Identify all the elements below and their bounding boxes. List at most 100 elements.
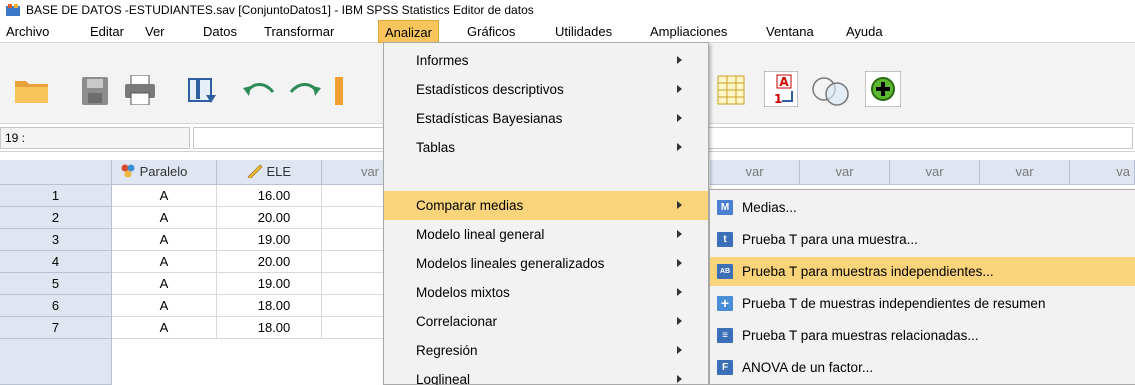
redo-icon[interactable]: [289, 80, 321, 103]
t-test-icon: t: [717, 232, 733, 247]
column-header-var[interactable]: var: [800, 160, 890, 185]
column-header-var[interactable]: var: [710, 160, 800, 185]
cell-paralelo[interactable]: A: [112, 317, 217, 339]
menu-analizar[interactable]: Analizar: [378, 20, 439, 43]
row-header[interactable]: [0, 339, 112, 385]
anova-icon: F: [717, 360, 733, 375]
cell-paralelo[interactable]: A: [112, 251, 217, 273]
menu-item-estadisticos-descriptivos[interactable]: Estadísticos descriptivos: [384, 75, 708, 104]
cell-paralelo[interactable]: A: [112, 207, 217, 229]
open-folder-icon[interactable]: [14, 75, 50, 108]
menu-ayuda[interactable]: Ayuda: [840, 20, 889, 43]
cell-ele[interactable]: 18.00: [217, 317, 322, 339]
column-header-var[interactable]: var: [890, 160, 980, 185]
cell-ele[interactable]: 18.00: [217, 295, 322, 317]
menu-ventana[interactable]: Ventana: [760, 20, 820, 43]
row-header[interactable]: 7: [0, 317, 112, 339]
menu-item-label: Estadísticos descriptivos: [416, 82, 564, 97]
submenu-arrow-icon: [677, 114, 682, 122]
analizar-menu: Informes Estadísticos descriptivos Estad…: [383, 42, 709, 385]
menu-item-label: Prueba T para muestras relacionadas...: [742, 328, 979, 343]
menu-item-label: Tablas: [416, 140, 456, 155]
submenu-arrow-icon: [677, 259, 682, 267]
column-header-paralelo[interactable]: Paralelo: [112, 160, 217, 185]
menu-item-prueba-t-relacionadas[interactable]: ≡ Prueba T para muestras relacionadas...: [710, 321, 1135, 350]
cell-empty[interactable]: [322, 229, 384, 251]
menu-item-tablas[interactable]: Tablas: [384, 133, 708, 162]
row-header[interactable]: 2: [0, 207, 112, 229]
data-table-icon[interactable]: [717, 75, 745, 108]
menu-item-modelos-mixtos[interactable]: Modelos mixtos: [384, 278, 708, 307]
menu-item-label: Regresión: [416, 343, 478, 358]
paired-t-test-icon: ≡: [717, 328, 733, 343]
cell-empty[interactable]: [322, 251, 384, 273]
menu-item-label: Estadísticas Bayesianas: [416, 111, 563, 126]
row-header[interactable]: 3: [0, 229, 112, 251]
independent-t-test-icon: AB: [717, 264, 733, 279]
menu-item-medias[interactable]: M Medias...: [710, 193, 1135, 222]
submenu-arrow-icon: [677, 346, 682, 354]
spss-app-icon: [6, 4, 20, 16]
menu-item-label: Informes: [416, 53, 469, 68]
column-header-label: Paralelo: [139, 164, 188, 179]
menu-item-label: Prueba T para muestras independientes...: [742, 264, 994, 279]
undo-icon[interactable]: [243, 80, 275, 103]
column-header-label: ELE: [266, 164, 292, 179]
extension-icon[interactable]: [864, 70, 902, 110]
use-variable-sets-icon[interactable]: [811, 75, 851, 110]
menu-editar[interactable]: Editar: [84, 20, 130, 43]
menu-item-prueba-t-resumen[interactable]: + Prueba T de muestras independientes de…: [710, 289, 1135, 318]
menu-item-modelos-lineales-generalizados[interactable]: Modelos lineales generalizados: [384, 249, 708, 278]
menu-item-prueba-t-muestras-independientes[interactable]: AB Prueba T para muestras independientes…: [710, 257, 1135, 286]
menu-item-informes[interactable]: Informes: [384, 46, 708, 75]
row-header[interactable]: 6: [0, 295, 112, 317]
cell-ele[interactable]: 20.00: [217, 251, 322, 273]
menu-item-correlacionar[interactable]: Correlacionar: [384, 307, 708, 336]
cell-empty[interactable]: [322, 273, 384, 295]
cell-ele[interactable]: 19.00: [217, 229, 322, 251]
cell-empty[interactable]: [322, 207, 384, 229]
submenu-arrow-icon: [677, 230, 682, 238]
menu-item-loglineal[interactable]: Loglineal: [384, 365, 708, 385]
cell-paralelo[interactable]: A: [112, 273, 217, 295]
column-header-var[interactable]: va: [1070, 160, 1135, 185]
cell-ele[interactable]: 16.00: [217, 185, 322, 207]
column-header-ele[interactable]: ELE: [217, 160, 322, 185]
print-icon[interactable]: [124, 74, 156, 108]
menu-item-estadisticas-bayesianas[interactable]: Estadísticas Bayesianas: [384, 104, 708, 133]
cell-paralelo[interactable]: A: [112, 229, 217, 251]
cell-ele[interactable]: 19.00: [217, 273, 322, 295]
medias-icon: M: [717, 200, 733, 215]
cell-paralelo[interactable]: A: [112, 295, 217, 317]
menu-utilidades[interactable]: Utilidades: [549, 20, 618, 43]
plus-icon: +: [717, 296, 733, 311]
menu-item-regresion[interactable]: Regresión: [384, 336, 708, 365]
menu-item-anova-un-factor[interactable]: F ANOVA de un factor...: [710, 353, 1135, 382]
menu-transformar[interactable]: Transformar: [258, 20, 340, 43]
value-labels-icon[interactable]: A1: [763, 70, 799, 110]
column-header-var[interactable]: var: [980, 160, 1070, 185]
menu-item-prueba-t-una-muestra[interactable]: t Prueba T para una muestra...: [710, 225, 1135, 254]
goto-case-icon[interactable]: [335, 77, 345, 108]
menu-item-label: ANOVA de un factor...: [742, 360, 874, 375]
submenu-arrow-icon: [677, 143, 682, 151]
row-header[interactable]: 4: [0, 251, 112, 273]
menu-ampliaciones[interactable]: Ampliaciones: [644, 20, 733, 43]
column-header-var[interactable]: var: [322, 160, 384, 185]
menu-item-comparar-medias[interactable]: Comparar medias: [384, 191, 708, 220]
menu-item-modelo-lineal-general[interactable]: Modelo lineal general: [384, 220, 708, 249]
cell-empty[interactable]: [322, 317, 384, 339]
row-header[interactable]: 1: [0, 185, 112, 207]
row-header[interactable]: 5: [0, 273, 112, 295]
save-icon[interactable]: [82, 77, 108, 108]
menu-ver[interactable]: Ver: [139, 20, 171, 43]
menu-archivo[interactable]: Archivo: [0, 20, 55, 43]
cell-ele[interactable]: 20.00: [217, 207, 322, 229]
cell-empty[interactable]: [322, 295, 384, 317]
cell-empty[interactable]: [322, 185, 384, 207]
menu-graficos[interactable]: Gráficos: [461, 20, 521, 43]
menu-datos[interactable]: Datos: [197, 20, 243, 43]
cell-paralelo[interactable]: A: [112, 185, 217, 207]
corner-header: [0, 160, 112, 185]
recall-dialog-icon[interactable]: [188, 77, 218, 108]
